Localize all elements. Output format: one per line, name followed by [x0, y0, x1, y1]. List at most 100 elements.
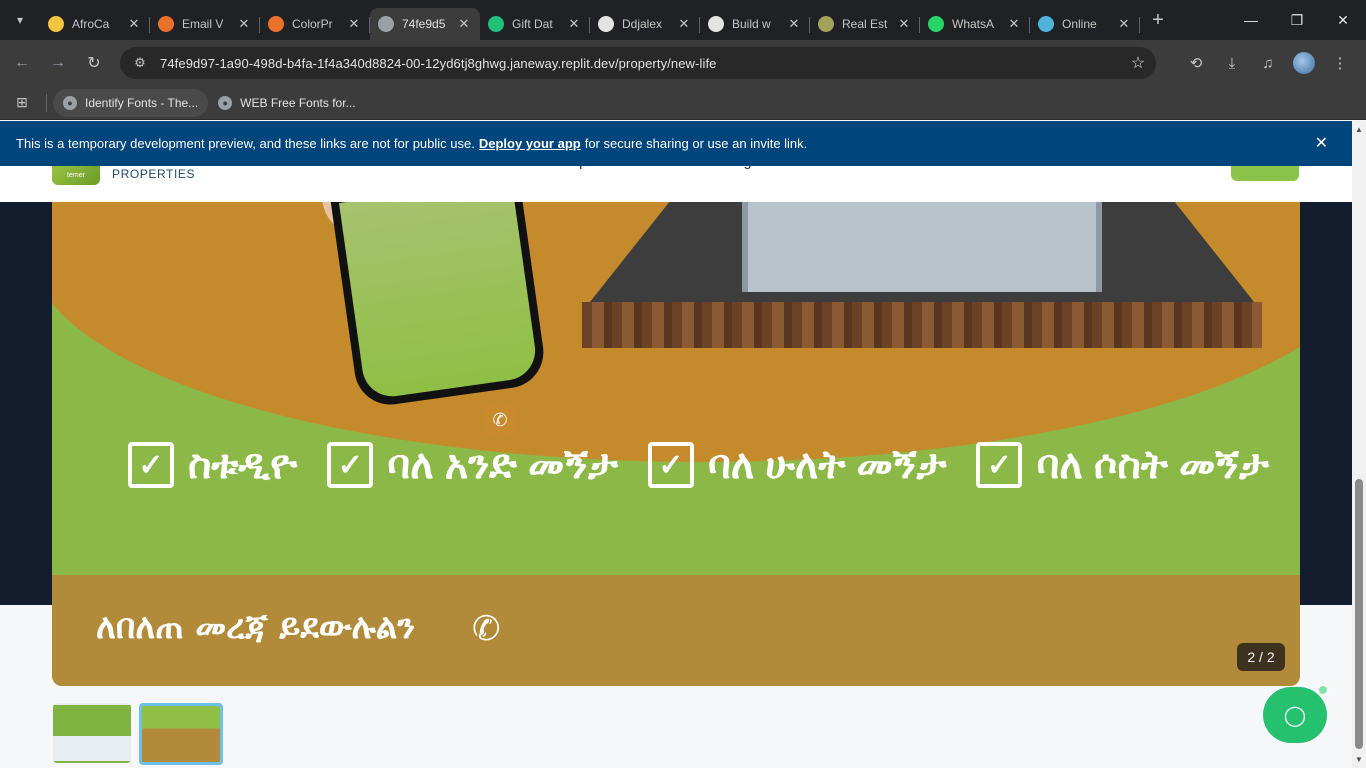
- globe-icon: ●: [218, 95, 233, 110]
- phone-icon: ✆: [472, 610, 501, 648]
- tab-title: Email V: [182, 17, 224, 31]
- tab-list: AfroCa ✕ Email V ✕ ColorPr ✕ 74fe9d5 ✕ Gift Dat ✕…: [40, 0, 1140, 40]
- close-tab-icon[interactable]: ✕: [456, 16, 472, 32]
- slide-phone-graphic: [329, 202, 549, 410]
- carousel-counter: 2 / 2: [1237, 643, 1285, 671]
- openai-icon: [708, 16, 724, 32]
- browser-tab[interactable]: Gift Dat ✕: [480, 8, 590, 40]
- site-info-icon[interactable]: ⚙: [124, 55, 156, 71]
- checkbox-icon: ✓: [647, 442, 694, 488]
- new-tab-button[interactable]: +: [1144, 6, 1172, 34]
- deploy-app-link[interactable]: Deploy your app: [479, 136, 581, 151]
- tab-title: AfroCa: [72, 17, 110, 31]
- tab-search-button[interactable]: ▾: [6, 6, 34, 34]
- cloud-icon: [1038, 16, 1054, 32]
- bookmark-label: WEB Free Fonts for...: [240, 95, 356, 110]
- close-tab-icon[interactable]: ✕: [1006, 16, 1022, 32]
- afro-icon: [48, 16, 64, 32]
- back-button[interactable]: ←: [4, 45, 40, 81]
- property-image-carousel[interactable]: ✆ ✓ ስቱዲዮ ✓ ባለ አንድ መኝታ ✓ ባለ ሁለት መኝታ ✓ ባለ …: [52, 202, 1300, 686]
- page-viewport: temer PROPERTIES Home Properties Team Bl…: [0, 121, 1352, 768]
- checkbox-icon: ✓: [128, 442, 174, 488]
- browser-tab[interactable]: Build w ✕: [700, 8, 810, 40]
- bookmarks-bar: ⊞ ● Identify Fonts - The... ● WEB Free F…: [0, 86, 1366, 120]
- toolbar-actions: ⟲ ⤓ ♫ ⋮: [1178, 45, 1358, 81]
- feature-label: ባለ ሁለት መኝታ: [707, 442, 947, 487]
- feature-item: ✓ ባለ ሁለት መኝታ: [647, 442, 947, 488]
- color-icon: [268, 16, 284, 32]
- browser-tab[interactable]: Online ✕: [1030, 8, 1140, 40]
- close-icon[interactable]: ✕: [1315, 133, 1328, 153]
- minimize-button[interactable]: —: [1228, 0, 1274, 40]
- slide-contact-text: ለበለጠ መረጃ ይደውሉልን: [96, 607, 416, 647]
- slide-feature-list: ✓ ስቱዲዮ ✓ ባለ አንድ መኝታ ✓ ባለ ሁለት መኝታ ✓ ባለ ሶስ…: [128, 442, 1269, 488]
- browser-tab[interactable]: 74fe9d5 ✕: [370, 8, 480, 40]
- bookmark-label: Identify Fonts - The...: [85, 95, 199, 110]
- slide-building-graphic: [582, 202, 1262, 427]
- address-bar[interactable]: ⚙ 74fe9d97-1a90-498d-b4fa-1f4a340d8824-0…: [120, 47, 1156, 79]
- realestate-icon: [818, 16, 834, 32]
- dev-preview-banner: This is a temporary development preview,…: [0, 121, 1352, 166]
- scrollbar-thumb[interactable]: [1355, 479, 1363, 749]
- browser-toolbar: ← → ↻ ⚙ 74fe9d97-1a90-498d-b4fa-1f4a340d…: [0, 40, 1366, 86]
- tab-title: WhatsA: [952, 17, 995, 31]
- chat-bubble-icon: ◯: [1283, 704, 1307, 727]
- close-tab-icon[interactable]: ✕: [126, 16, 142, 32]
- close-tab-icon[interactable]: ✕: [786, 16, 802, 32]
- bookmark-web-free-fonts[interactable]: ● WEB Free Fonts for...: [208, 89, 365, 117]
- tab-separator: [1139, 17, 1140, 33]
- close-tab-icon[interactable]: ✕: [236, 16, 252, 32]
- tab-title: 74fe9d5: [402, 17, 446, 31]
- browser-tab[interactable]: Email V ✕: [150, 8, 260, 40]
- gift-icon: [488, 16, 504, 32]
- thumbnail-1[interactable]: [53, 703, 131, 763]
- scroll-up-icon[interactable]: ▲: [1355, 125, 1363, 134]
- globe-icon: [378, 16, 394, 32]
- tab-title: Gift Dat: [512, 17, 553, 31]
- online-status-dot: [1317, 684, 1329, 696]
- browser-tab[interactable]: ColorPr ✕: [260, 8, 370, 40]
- page-scrollbar[interactable]: ▲ ▼: [1352, 121, 1366, 768]
- feature-label: ባለ አንድ መኝታ: [387, 442, 618, 487]
- browser-tab-strip: ▾ AfroCa ✕ Email V ✕ ColorPr ✕ 74fe9d5 ✕ Gift Da…: [0, 0, 1366, 40]
- browser-tab[interactable]: WhatsA ✕: [920, 8, 1030, 40]
- url-text[interactable]: 74fe9d97-1a90-498d-b4fa-1f4a340d8824-00-…: [156, 56, 1120, 71]
- reload-button[interactable]: ↻: [76, 45, 112, 81]
- history-icon[interactable]: ⟲: [1178, 45, 1214, 81]
- browser-tab[interactable]: Real Est ✕: [810, 8, 920, 40]
- close-tab-icon[interactable]: ✕: [676, 16, 692, 32]
- slide-contact-bar: ለበለጠ መረጃ ይደውሉልን ✆: [52, 575, 1300, 686]
- chat-button[interactable]: ◯: [1263, 687, 1327, 743]
- bookmark-identify-fonts[interactable]: ● Identify Fonts - The...: [53, 88, 209, 117]
- tab-title: Online: [1062, 17, 1097, 31]
- apps-grid-icon[interactable]: ⊞: [4, 89, 40, 117]
- download-icon[interactable]: ⤓: [1214, 45, 1250, 81]
- checkbox-icon: ✓: [327, 442, 374, 488]
- feature-item: ✓ ባለ ሶስት መኝታ: [976, 442, 1269, 488]
- checkbox-icon: ✓: [976, 442, 1023, 488]
- media-control-icon[interactable]: ♫: [1250, 45, 1286, 81]
- menu-kebab-icon[interactable]: ⋮: [1322, 45, 1358, 81]
- close-window-button[interactable]: ✕: [1320, 0, 1366, 40]
- forward-button[interactable]: →: [40, 45, 76, 81]
- browser-tab[interactable]: AfroCa ✕: [40, 8, 150, 40]
- feature-label: ባለ ሶስት መኝታ: [1036, 442, 1269, 487]
- close-tab-icon[interactable]: ✕: [566, 16, 582, 32]
- profile-avatar[interactable]: [1293, 52, 1315, 74]
- phone-call-icon: ✆: [482, 402, 518, 438]
- restore-button[interactable]: ❐: [1274, 0, 1320, 40]
- feature-item: ✓ ባለ አንድ መኝታ: [327, 442, 618, 488]
- banner-text-start: This is a temporary development preview,…: [16, 136, 475, 151]
- tab-title: ColorPr: [292, 17, 333, 31]
- close-tab-icon[interactable]: ✕: [1116, 16, 1132, 32]
- brand-subtitle: PROPERTIES: [112, 167, 196, 181]
- tab-title: Real Est: [842, 17, 888, 31]
- thumbnail-2-active[interactable]: [139, 703, 223, 765]
- bookmark-star-icon[interactable]: ☆: [1120, 53, 1156, 73]
- close-tab-icon[interactable]: ✕: [896, 16, 912, 32]
- scroll-down-icon[interactable]: ▼: [1355, 755, 1363, 764]
- close-tab-icon[interactable]: ✕: [346, 16, 362, 32]
- email-icon: [158, 16, 174, 32]
- feature-item: ✓ ስቱዲዮ: [128, 442, 297, 488]
- browser-tab[interactable]: Ddjalex ✕: [590, 8, 700, 40]
